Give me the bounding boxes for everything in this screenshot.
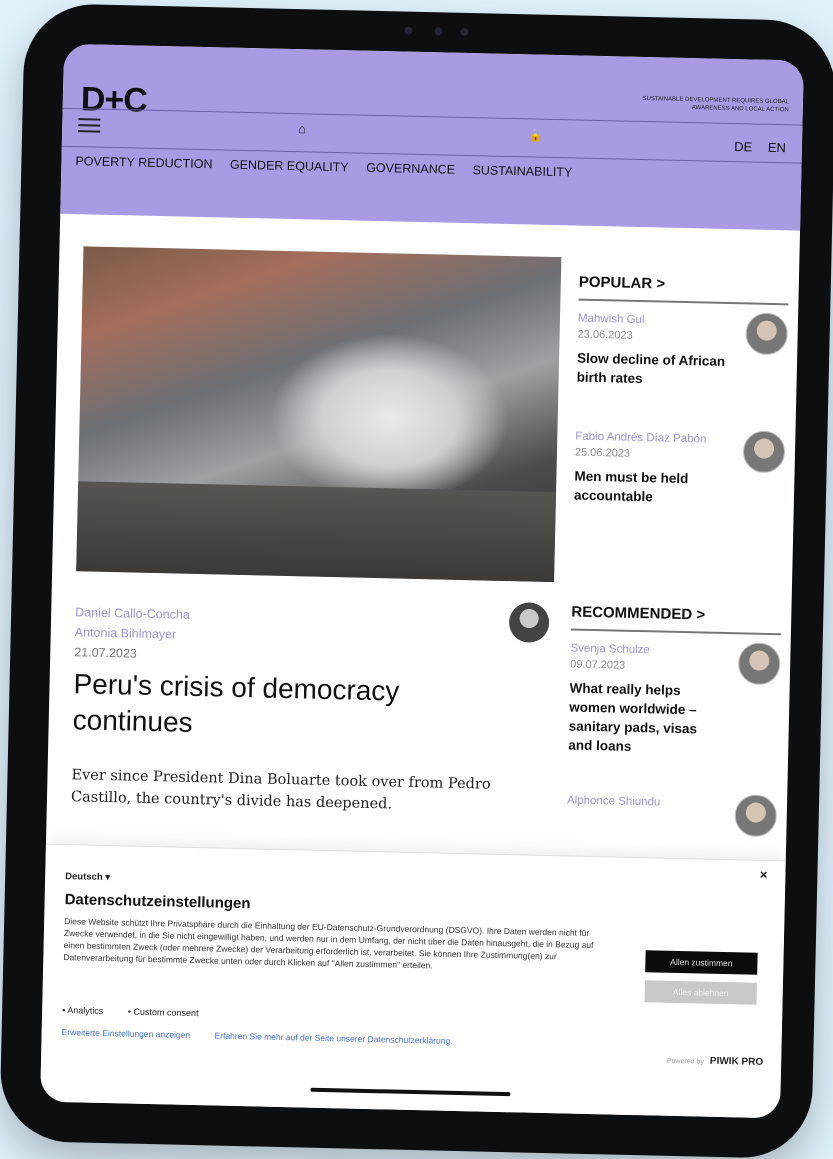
author-name[interactable]: Antonia Bihlmayer: [75, 622, 190, 645]
nav-poverty-reduction[interactable]: POVERTY REDUCTION: [75, 154, 212, 171]
main-nav: POVERTY REDUCTION GENDER EQUALITY GOVERN…: [75, 154, 586, 180]
consent-text: Diese Website schützt Ihre Privatsphäre …: [63, 916, 594, 971]
item-title[interactable]: Men must be held accountable: [574, 467, 725, 508]
item-title[interactable]: Slow decline of African birth rates: [576, 349, 727, 390]
list-item[interactable]: Svenja Schulze 09.07.2023 What really he…: [568, 642, 781, 759]
consent-links: Erweiterte Einstellungen anzeigen Erfahr…: [62, 1027, 475, 1046]
popular-heading[interactable]: POPULAR >: [578, 273, 789, 306]
piwik-logo[interactable]: PIWIK PRO: [710, 1056, 764, 1068]
author-name[interactable]: Daniel Callo-Concha: [75, 602, 190, 625]
site-tagline: SUSTAINABLE DEVELOPMENT REQUIRES GLOBAL …: [642, 95, 790, 114]
consent-options: • Analytics • Custom consent: [62, 1005, 221, 1019]
avatar: [737, 642, 781, 686]
consent-title: Datenschutzeinstellungen: [64, 891, 251, 913]
powered-by-label: Powered by: [666, 1057, 704, 1066]
list-item[interactable]: Fabio Andrés Díaz Pabón 25.06.2023 Men m…: [574, 430, 786, 510]
avatar: [745, 312, 789, 356]
avatar: [742, 430, 786, 474]
reject-all-button[interactable]: Alles ablehnen: [644, 980, 757, 1005]
recommended-section: RECOMMENDED > Svenja Schulze 09.07.2023 …: [567, 603, 782, 838]
list-item[interactable]: Mahwish Gul 23.06.2023 Slow decline of A…: [576, 312, 789, 392]
author-avatar: [508, 602, 550, 643]
powered-by: Powered by PIWIK PRO: [667, 1055, 763, 1068]
camera-bar: [404, 26, 524, 39]
accept-all-button[interactable]: Allen zustimmen: [645, 950, 758, 975]
lock-icon[interactable]: 🔒: [528, 128, 543, 142]
nav-sustainability[interactable]: SUSTAINABILITY: [472, 163, 572, 179]
option-analytics[interactable]: • Analytics: [62, 1005, 103, 1016]
site-header: D+C SUSTAINABLE DEVELOPMENT REQUIRES GLO…: [60, 43, 804, 231]
lang-de[interactable]: DE: [734, 139, 752, 154]
site-logo[interactable]: D+C: [80, 80, 147, 120]
cookie-consent-banner: × Deutsch ▾ Datenschutzeinstellungen Die…: [40, 843, 786, 1119]
nav-governance[interactable]: GOVERNANCE: [366, 161, 455, 177]
lang-en[interactable]: EN: [768, 140, 786, 155]
screen: D+C SUSTAINABLE DEVELOPMENT REQUIRES GLO…: [40, 43, 804, 1119]
hero-image[interactable]: [76, 246, 562, 583]
article-teaser: Ever since President Dina Boluarte took …: [70, 767, 491, 813]
privacy-policy-link[interactable]: Erfahren Sie mehr auf der Seite unserer …: [214, 1031, 452, 1046]
recommended-heading[interactable]: RECOMMENDED >: [570, 603, 782, 636]
nav-gender-equality[interactable]: GENDER EQUALITY: [230, 158, 349, 175]
home-icon[interactable]: ⌂: [298, 121, 306, 136]
tablet-frame: D+C SUSTAINABLE DEVELOPMENT REQUIRES GLO…: [0, 2, 833, 1159]
hamburger-menu-icon[interactable]: [78, 118, 101, 133]
language-select[interactable]: Deutsch ▾: [65, 871, 110, 883]
close-icon[interactable]: ×: [760, 867, 768, 882]
item-title[interactable]: What really helps women worldwide – sani…: [568, 678, 720, 757]
advanced-settings-link[interactable]: Erweiterte Einstellungen anzeigen: [62, 1027, 191, 1040]
popular-section: POPULAR > Mahwish Gul 23.06.2023 Slow de…: [574, 273, 789, 510]
article-title[interactable]: Peru's crisis of democracy continues: [72, 666, 524, 748]
language-switcher: DE EN: [722, 139, 786, 155]
article-date: 21.07.2023: [74, 645, 138, 661]
avatar: [734, 794, 778, 838]
option-custom-consent[interactable]: • Custom consent: [128, 1007, 199, 1019]
list-item[interactable]: Alphonce Shiundu: [567, 794, 778, 838]
article-byline: Daniel Callo-Concha Antonia Bihlmayer 21…: [74, 602, 190, 665]
